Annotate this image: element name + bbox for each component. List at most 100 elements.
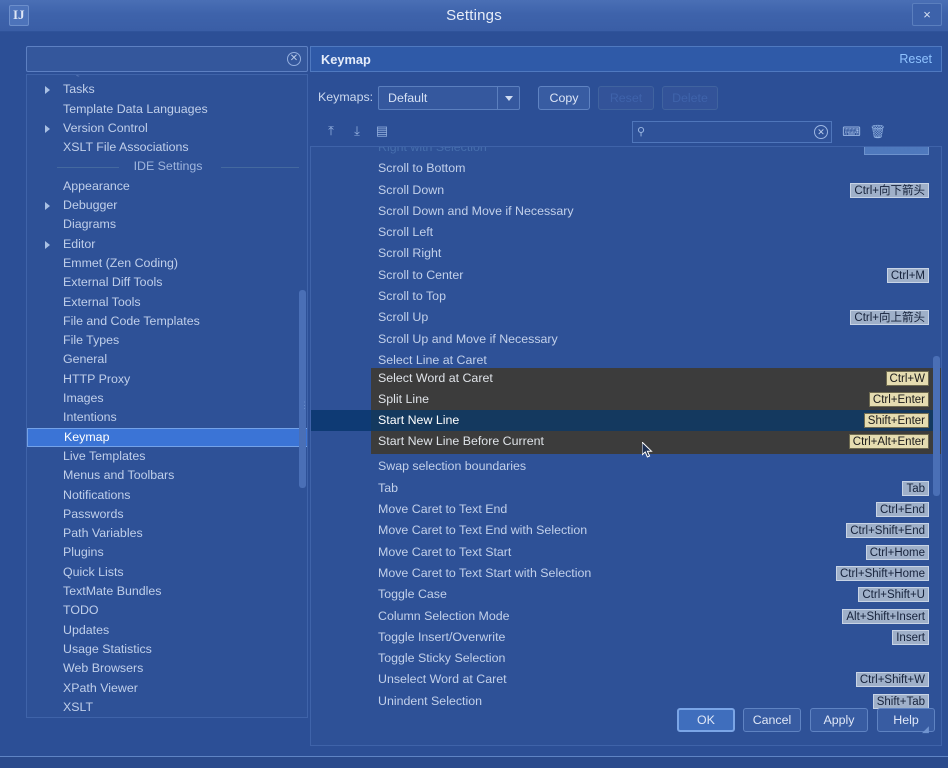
sidebar-item-keymap[interactable]: Keymap [27, 427, 307, 447]
expand-all-icon[interactable]: ⤒ [322, 122, 340, 140]
action-row[interactable]: Select Word at Caret Ctrl+W [371, 368, 941, 389]
action-row[interactable]: Move Caret to Text Start Ctrl+Home [311, 542, 941, 563]
sidebar-item-xpath-viewer[interactable]: XPath Viewer [27, 679, 307, 698]
reset-link[interactable]: Reset [899, 47, 932, 72]
sidebar-item-file-and-code-templates[interactable]: File and Code Templates [27, 312, 307, 331]
action-row[interactable]: Toggle Sticky Selection [311, 648, 941, 669]
shortcut-badge: Shift+Right [864, 147, 929, 155]
action-search[interactable]: ⚲ ✕ [632, 121, 832, 143]
sidebar-scrollbar-thumb[interactable] [299, 290, 306, 488]
shortcut-badge: Shift+Enter [863, 413, 929, 429]
sidebar-item-intentions[interactable]: Intentions [27, 408, 307, 427]
shortcut-badge: Ctrl+Shift+U [858, 587, 929, 603]
action-label: Scroll to Bottom [378, 161, 466, 176]
sidebar-search[interactable]: ✕ [26, 46, 308, 72]
sidebar-item-updates[interactable]: Updates [27, 621, 307, 640]
clear-icon[interactable]: ✕ [814, 125, 828, 139]
sidebar-item-label: Diagrams [63, 217, 117, 232]
actions-scrollbar-thumb[interactable] [933, 356, 940, 496]
action-row[interactable]: Scroll Down and Move if Necessary [311, 201, 941, 222]
action-search-input[interactable] [655, 122, 809, 142]
action-row[interactable]: Tab Tab [311, 478, 941, 499]
close-icon[interactable]: × [912, 3, 942, 26]
sidebar-item-label: Tasks [63, 82, 95, 97]
action-row[interactable]: Scroll to Bottom [311, 158, 941, 179]
keymap-toolbar: ⤒ ⤓ ▤ ⚲ ✕ ⌨ 🗑 [310, 118, 942, 146]
action-label: Move Caret to Text End with Selection [378, 523, 588, 538]
sidebar-item-path-variables[interactable]: Path Variables [27, 524, 307, 543]
sidebar-item-http-proxy[interactable]: HTTP Proxy [27, 370, 307, 389]
action-row[interactable]: Scroll Left [311, 222, 941, 243]
sidebar-item-menus-and-toolbars[interactable]: Menus and Toolbars [27, 466, 307, 485]
hover-overlay[interactable]: Select Word at Caret Ctrl+W Split Line Ctrl… [371, 367, 941, 454]
sidebar-item-template-data-languages[interactable]: Template Data Languages [27, 100, 307, 119]
sidebar-item-passwords[interactable]: Passwords [27, 505, 307, 524]
sidebar-item-quick-lists[interactable]: Quick Lists [27, 563, 307, 582]
action-row[interactable]: Scroll Down Ctrl+向下箭头 [311, 180, 941, 201]
sidebar-scrollbar[interactable] [299, 76, 306, 717]
actions-list[interactable]: Right with Selection Shift+Right Scroll to… [310, 146, 942, 746]
action-row[interactable]: Scroll to Top [311, 286, 941, 307]
sidebar-item-emmet-zen-coding[interactable]: Emmet (Zen Coding) [27, 254, 307, 273]
chevron-right-icon[interactable] [45, 202, 50, 211]
action-row[interactable]: Scroll Up and Move if Necessary [311, 329, 941, 350]
chevron-right-icon[interactable] [45, 86, 50, 95]
sidebar-item-appearance[interactable]: Appearance [27, 177, 307, 196]
action-row[interactable]: Toggle Insert/Overwrite Insert [311, 627, 941, 648]
action-row[interactable]: Split Line Ctrl+Enter [371, 389, 941, 410]
sidebar-item-todo[interactable]: TODO [27, 601, 307, 620]
sidebar-item-editor[interactable]: Editor [27, 235, 307, 254]
window-bottom-strip [0, 756, 948, 768]
sidebar-item-usage-statistics[interactable]: Usage Statistics [27, 640, 307, 659]
action-row[interactable]: Scroll Up Ctrl+向上箭头 [311, 307, 941, 328]
sidebar-item-web-browsers[interactable]: Web Browsers [27, 659, 307, 678]
sidebar-item-notifications[interactable]: Notifications [27, 486, 307, 505]
action-row[interactable]: Start New Line Before Current Ctrl+Alt+En… [371, 431, 941, 452]
resize-grip[interactable]: ◢ [922, 724, 932, 734]
action-row[interactable]: Move Caret to Text Start with Selection C… [311, 563, 941, 584]
sidebar-item-external-diff-tools[interactable]: External Diff Tools [27, 273, 307, 292]
sidebar-item-textmate-bundles[interactable]: TextMate Bundles [27, 582, 307, 601]
sidebar-item-diagrams[interactable]: Diagrams [27, 215, 307, 234]
ok-button[interactable]: OK [677, 708, 735, 732]
sidebar-item-external-tools[interactable]: External Tools [27, 293, 307, 312]
clear-icon[interactable]: ✕ [287, 52, 301, 66]
sidebar-item-label: Emmet (Zen Coding) [63, 255, 178, 270]
edit-shortcut-icon[interactable]: ▤ [373, 122, 391, 140]
action-row[interactable]: Column Selection Mode Alt+Shift+Insert [311, 606, 941, 627]
action-row-selected[interactable]: Start New Line Shift+Enter [371, 410, 941, 432]
sidebar-item-plugins[interactable]: Plugins [27, 543, 307, 562]
action-row[interactable]: Toggle Case Ctrl+Shift+U [311, 584, 941, 605]
collapse-all-icon[interactable]: ⤓ [348, 122, 366, 140]
sidebar-search-input[interactable] [33, 47, 285, 71]
chevron-right-icon[interactable] [45, 240, 50, 249]
splitter-handle[interactable]: ⋮ [300, 401, 309, 425]
action-row[interactable]: Unselect Word at Caret Ctrl+Shift+W [311, 669, 941, 690]
copy-button[interactable]: Copy [538, 86, 590, 110]
chevron-down-icon[interactable] [497, 87, 519, 109]
action-row[interactable]: Swap selection boundaries [311, 456, 941, 477]
sidebar-item-xslt-file-associations[interactable]: XSLT File Associations [27, 138, 307, 157]
sidebar-item-live-templates[interactable]: Live Templates [27, 447, 307, 466]
find-by-shortcut-icon[interactable]: ⌨ [842, 122, 861, 141]
action-row[interactable]: Move Caret to Text End with Selection Ctr… [311, 520, 941, 541]
chevron-right-icon[interactable] [45, 124, 50, 133]
keymap-select[interactable]: Default [378, 86, 520, 110]
sidebar-item-images[interactable]: Images [27, 389, 307, 408]
keymaps-row: Keymaps: Default Copy Reset Delete [310, 84, 942, 112]
sidebar-item-debugger[interactable]: Debugger [27, 196, 307, 215]
sidebar-item-general[interactable]: General [27, 350, 307, 369]
action-row[interactable]: Move Caret to Text End Ctrl+End [311, 499, 941, 520]
action-label: Scroll Left [378, 225, 434, 240]
sidebar-item-file-types[interactable]: File Types [27, 331, 307, 350]
action-row[interactable]: Scroll to Center Ctrl+M [311, 265, 941, 286]
action-row[interactable]: Right with Selection Shift+Right [311, 147, 941, 158]
sidebar-item-tasks[interactable]: Tasks [27, 80, 307, 99]
cancel-button[interactable]: Cancel [743, 708, 801, 732]
action-row[interactable]: Scroll Right [311, 243, 941, 264]
trash-icon[interactable]: 🗑 [868, 122, 887, 141]
apply-button[interactable]: Apply [810, 708, 868, 732]
sidebar-tree[interactable]: SQL Dialects Tasks Template Data Languages… [26, 74, 308, 718]
sidebar-item-version-control[interactable]: Version Control [27, 119, 307, 138]
actions-scrollbar[interactable] [933, 148, 940, 745]
